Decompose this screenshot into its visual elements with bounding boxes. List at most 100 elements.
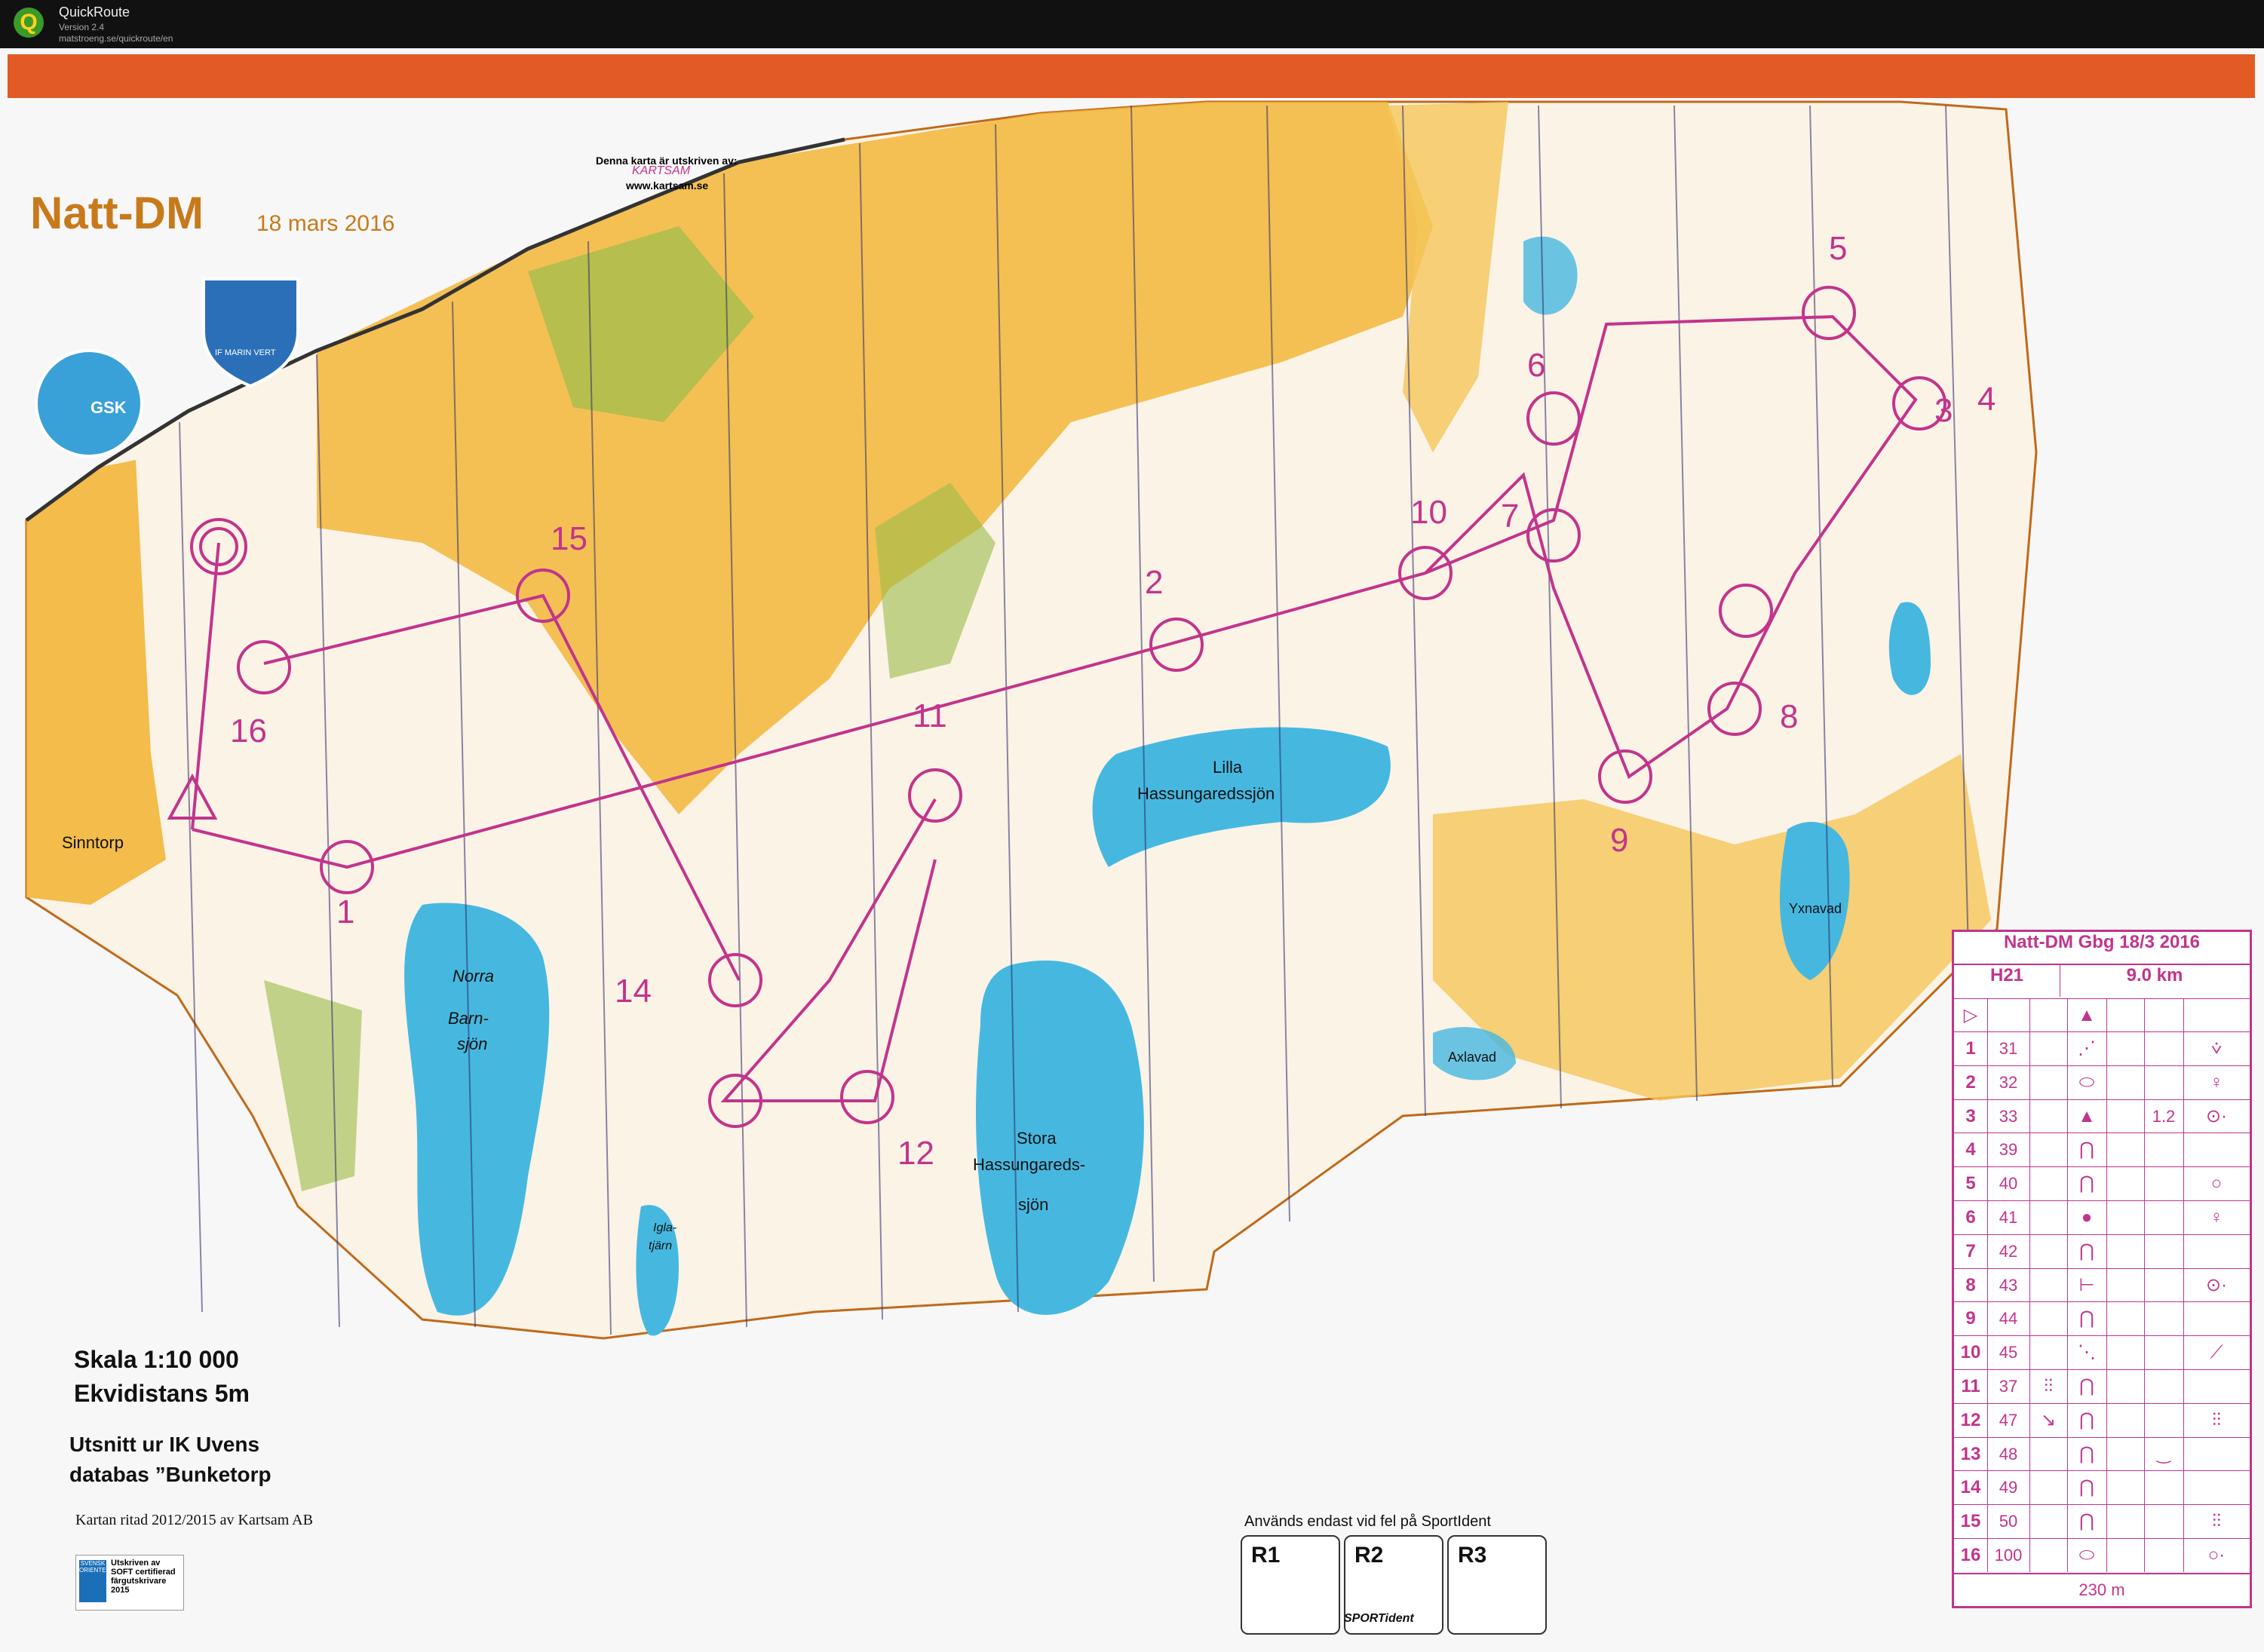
description-cell-c: ⋂ [2067,1505,2107,1539]
description-cell-g [2029,1201,2068,1234]
control-number-9: 9 [1610,822,1629,859]
map-date: 18 mars 2016 [256,211,395,236]
description-cell-c: ⋂ [2067,1403,2107,1437]
description-cell-code: 44 [1987,1302,2030,1336]
map-contour-interval: Ekvidistans 5m [74,1380,250,1407]
soft-line-4: 2015 [111,1586,130,1595]
place-igla: Igla- [653,1221,677,1234]
description-row: 3 33 ▲ 1.2 ⊙· [1954,1099,2250,1133]
description-cell-x [2106,1167,2145,1201]
control-number-5: 5 [1829,230,1848,267]
description-cell-d [2144,1370,2184,1403]
description-cell-s [2183,1234,2250,1268]
soft-badge-text: Utskriven av SOFT certifierad färgutskri… [111,1559,176,1595]
description-cell [2029,999,2068,1032]
description-cell-code: 37 [1987,1370,2030,1403]
description-row: 16 100 ⬭ ○· [1954,1538,2250,1572]
place-barn: Barn- [448,1009,489,1028]
description-cell-c: ● [2067,1201,2107,1234]
place-yxnavad: Yxnavad [1789,901,1842,916]
descriptions-length: 9.0 km [2126,965,2183,985]
description-cell [2106,999,2145,1032]
description-cell-n: 15 [1954,1505,1988,1539]
description-cell-code: 100 [1987,1539,2030,1572]
description-cell-x [2106,1471,2145,1505]
control-number-10: 10 [1410,494,1447,531]
place-stora-3: sjön [1018,1195,1049,1214]
sportident-note: Används endast vid fel på SportIdent [1244,1513,1491,1530]
description-cell-s: ⫶⫶ [2183,1403,2250,1437]
description-cell-s [2183,1133,2250,1167]
place-lilla-lake: Hassungaredssjön [1137,784,1275,803]
description-row: 1 31 ⋰ ⩒ [1954,1031,2250,1065]
control-number-1: 1 [336,893,355,930]
description-cell-x [2106,1065,2145,1099]
description-cell-d [2144,1201,2184,1234]
description-cell-x [2106,1201,2145,1234]
kartsam-logo: KARTSAM [632,164,691,177]
description-cell-c: ⋂ [2067,1133,2107,1167]
descriptions-title: Natt-DM Gbg 18/3 2016 [1954,932,2250,965]
description-cell-s [2183,1437,2250,1471]
description-row: 8 43 ⊢ ⊙· [1954,1267,2250,1302]
place-tjarn: tjärn [649,1240,673,1252]
description-cell-x [2106,1099,2145,1133]
map-source-line-2: databas ”Bunketorp [69,1463,271,1486]
description-cell [2144,999,2184,1032]
description-row: 9 44 ⋂ [1954,1301,2250,1336]
description-cell-s: ⟋ [2183,1336,2250,1370]
r2-label: R2 [1354,1543,1384,1568]
description-row: 4 39 ⋂ [1954,1132,2250,1167]
control-number-11: 11 [913,697,947,734]
description-row: 5 40 ⋂ ○ [1954,1166,2250,1201]
description-cell-s [2183,1471,2250,1505]
description-cell-g [2029,1539,2068,1572]
description-start-row: ▷ ▲ [1954,998,2250,1032]
control-descriptions: Natt-DM Gbg 18/3 2016 H21 9.0 km ▷ ▲ 1 31 ⋰ ⩒… [1952,930,2252,1608]
place-sjon: sjön [457,1034,488,1053]
description-cell-g: ↘ [2029,1403,2068,1437]
soft-line-3: färgutskrivare [111,1577,167,1586]
description-cell-x [2106,1032,2145,1065]
start-triangle-icon: ▷ [1954,999,1988,1032]
soft-certified-badge: SVENSK ORIENTERING Utskriven av SOFT cer… [75,1555,184,1611]
soft-line-2: SOFT certifierad [111,1568,176,1577]
description-row: 2 32 ⬭ ♀ [1954,1065,2250,1099]
description-cell-d [2144,1133,2184,1167]
place-lilla: Lilla [1213,758,1243,777]
description-cell-s: ⫶⫶ [2183,1505,2250,1539]
description-cell-g [2029,1336,2068,1370]
description-cell-c: ▲ [2067,1099,2107,1133]
description-cell-g [2029,1302,2068,1336]
description-cell-code: 42 [1987,1234,2030,1268]
description-cell-n: 5 [1954,1167,1988,1201]
description-cell-n: 10 [1954,1336,1988,1370]
sportident-logo: SPORTident [1344,1612,1414,1625]
description-cell-code: 32 [1987,1065,2030,1099]
control-number-8: 8 [1780,698,1799,735]
control-number-6: 6 [1527,347,1546,384]
soft-line-1: Utskriven av [111,1559,161,1568]
description-cell-x [2106,1505,2145,1539]
description-cell-d [2144,1471,2184,1505]
description-cell-c: ⋂ [2067,1471,2107,1505]
description-cell-g [2029,1234,2068,1268]
map-scale: Skala 1:10 000 [74,1346,239,1373]
place-sinntorp: Sinntorp [62,833,124,852]
description-cell-c: ⋂ [2067,1437,2107,1471]
description-cell-code: 48 [1987,1437,2030,1471]
description-cell-s [2183,1370,2250,1403]
printed-url: www.kartsam.se [626,179,709,192]
description-cell-x [2106,1302,2145,1336]
description-cell-x [2106,1403,2145,1437]
r1-label: R1 [1251,1543,1281,1568]
description-cell-code: 33 [1987,1099,2030,1133]
description-cell-g [2029,1268,2068,1302]
description-cell-code: 40 [1987,1167,2030,1201]
description-cell-s: ⊙· [2183,1268,2250,1302]
description-cell-d [2144,1065,2184,1099]
description-cell-c: ⋂ [2067,1370,2107,1403]
description-cell-n: 12 [1954,1403,1988,1437]
description-cell-n: 1 [1954,1032,1988,1065]
descriptions-footer: 230 m [1954,1573,2250,1606]
